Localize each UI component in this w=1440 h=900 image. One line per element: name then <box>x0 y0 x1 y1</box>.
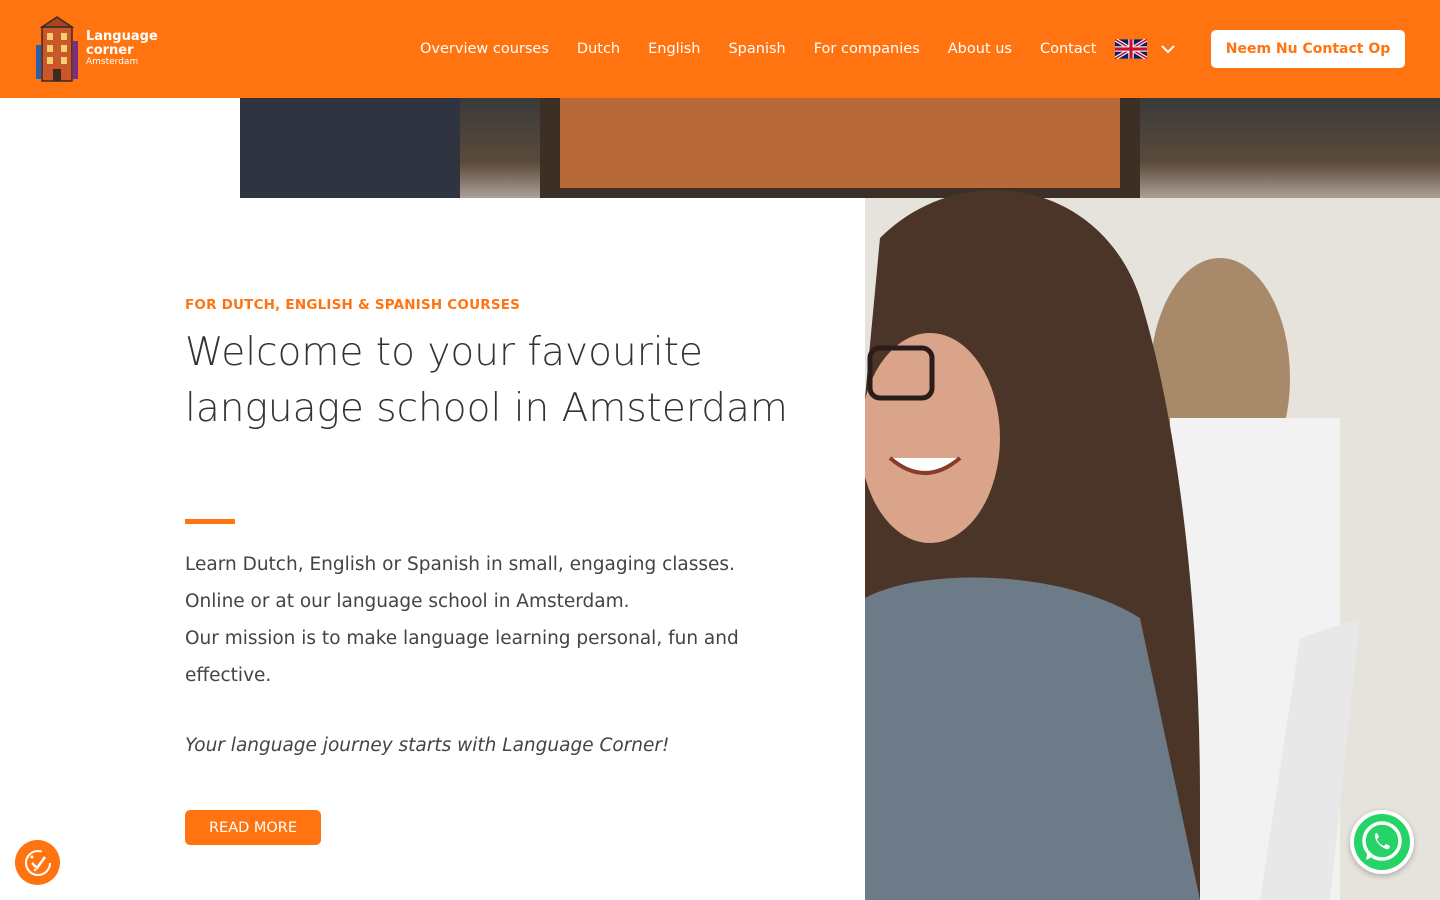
nav-item-spanish[interactable]: Spanish <box>728 41 785 57</box>
whatsapp-icon <box>1354 814 1410 870</box>
hero-body-line2: Online or at our language school in Amst… <box>185 591 630 612</box>
chevron-down-icon <box>1161 45 1175 54</box>
header-gap <box>0 98 240 198</box>
logo-house-icon <box>36 16 78 82</box>
logo-text-line1: Language <box>86 28 158 44</box>
uk-flag-icon <box>1115 39 1147 59</box>
hero-body: Learn Dutch, English or Spanish in small… <box>185 546 805 694</box>
main-nav: Overview courses Dutch English Spanish F… <box>420 0 1124 98</box>
hero-eyebrow: FOR DUTCH, ENGLISH & SPANISH COURSES <box>185 297 521 313</box>
logo-text-line2: corner <box>86 43 134 59</box>
hero-tagline: Your language journey starts with Langua… <box>185 735 670 756</box>
cookie-consent-icon <box>24 849 51 876</box>
cookie-consent-button[interactable] <box>15 840 60 885</box>
hero-body-line1: Learn Dutch, English or Spanish in small… <box>185 554 735 575</box>
hero-body-line3: Our mission is to make language learning… <box>185 628 739 686</box>
nav-item-about-us[interactable]: About us <box>948 41 1012 57</box>
contact-cta-button[interactable]: Neem Nu Contact Op <box>1211 30 1405 68</box>
logo-text-line3: Amsterdam <box>86 57 139 68</box>
language-switcher[interactable] <box>1115 36 1181 62</box>
nav-item-for-companies[interactable]: For companies <box>814 41 920 57</box>
whatsapp-button[interactable] <box>1350 810 1414 874</box>
hero-headline: Welcome to your favourite language schoo… <box>185 330 788 431</box>
accent-divider <box>185 519 235 524</box>
nav-item-dutch[interactable]: Dutch <box>577 41 620 57</box>
nav-item-english[interactable]: English <box>648 41 700 57</box>
logo[interactable]: Language corner Amsterdam <box>32 14 162 84</box>
read-more-button[interactable]: READ MORE <box>185 810 321 845</box>
nav-item-overview-courses[interactable]: Overview courses <box>420 41 549 57</box>
nav-item-contact[interactable]: Contact <box>1040 41 1096 57</box>
site-header: Language corner Amsterdam Overview cours… <box>0 0 1440 98</box>
